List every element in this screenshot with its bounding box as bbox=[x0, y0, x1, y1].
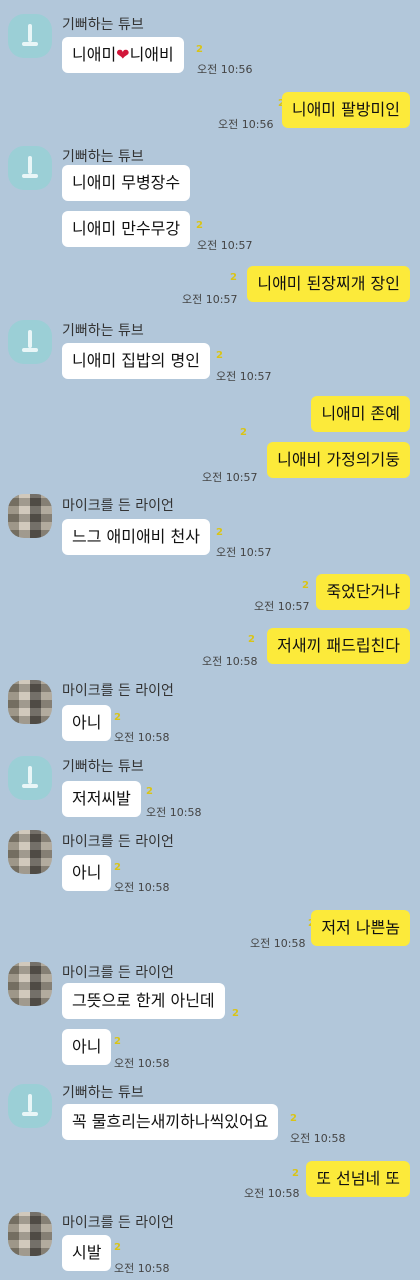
message-bubble[interactable]: 죽었단거냐 bbox=[316, 574, 410, 610]
message-bubble[interactable]: 아니 bbox=[62, 705, 112, 741]
message-time: 오전 10:58 bbox=[290, 1132, 346, 1145]
person-icon bbox=[22, 24, 38, 48]
unread-count: 2 bbox=[302, 580, 309, 591]
sender-name: 기뻐하는 튜브 bbox=[62, 17, 144, 33]
message-time: 오전 10:58 bbox=[114, 1262, 170, 1275]
avatar-lion[interactable] bbox=[8, 830, 52, 874]
sender-name: 마이크를 든 라이언 bbox=[62, 683, 174, 699]
heart-icon: ❤ bbox=[116, 45, 130, 64]
avatar-tube[interactable] bbox=[8, 320, 52, 364]
message-time: 오전 10:57 bbox=[202, 471, 258, 484]
message-bubble[interactable]: 저저씨발 bbox=[62, 781, 141, 817]
person-icon bbox=[22, 156, 38, 180]
message-bubble[interactable]: 니애미 무병장수 bbox=[62, 165, 191, 201]
unread-count: 2 bbox=[240, 427, 247, 438]
message-bubble[interactable]: 니애비 가정의기둥 bbox=[267, 442, 410, 478]
unread-count: 2 bbox=[114, 862, 121, 873]
message-bubble[interactable]: 니애미 존예 bbox=[311, 396, 410, 432]
message-time: 오전 10:57 bbox=[182, 293, 238, 306]
sender-name: 기뻐하는 튜브 bbox=[62, 323, 144, 339]
message-bubble[interactable]: 니애미❤니애비 bbox=[62, 37, 184, 73]
message-time: 오전 10:58 bbox=[202, 655, 258, 668]
person-icon bbox=[22, 330, 38, 354]
message-time: 오전 10:58 bbox=[244, 1187, 300, 1200]
sender-name: 마이크를 든 라이언 bbox=[62, 965, 174, 981]
unread-count: 2 bbox=[114, 1036, 121, 1047]
unread-count: 2 bbox=[114, 1242, 121, 1253]
avatar-tube[interactable] bbox=[8, 756, 52, 800]
sender-name: 기뻐하는 튜브 bbox=[62, 149, 144, 165]
avatar-tube[interactable] bbox=[8, 1084, 52, 1128]
message-bubble[interactable]: 느그 애미애비 천사 bbox=[62, 519, 210, 555]
message-bubble[interactable]: 니애미 된장찌개 장인 bbox=[247, 266, 410, 302]
message-bubble[interactable]: 니애미 만수무강 bbox=[62, 211, 191, 247]
sender-name: 마이크를 든 라이언 bbox=[62, 1215, 174, 1231]
avatar-lion[interactable] bbox=[8, 962, 52, 1006]
sender-name: 기뻐하는 튜브 bbox=[62, 1085, 144, 1101]
message-bubble[interactable]: 저저 나쁜놈 bbox=[311, 910, 410, 946]
unread-count: 2 bbox=[216, 350, 223, 361]
avatar-lion[interactable] bbox=[8, 1212, 52, 1256]
message-time: 오전 10:56 bbox=[197, 63, 253, 76]
message-bubble[interactable]: 아니 bbox=[62, 1029, 112, 1065]
avatar-lion[interactable] bbox=[8, 494, 52, 538]
message-time: 오전 10:58 bbox=[114, 881, 170, 894]
unread-count: 2 bbox=[216, 527, 223, 538]
message-bubble[interactable]: 또 선넘네 또 bbox=[306, 1161, 410, 1197]
person-icon bbox=[22, 766, 38, 790]
sender-name: 기뻐하는 튜브 bbox=[62, 759, 144, 775]
message-time: 오전 10:58 bbox=[114, 731, 170, 744]
message-bubble[interactable]: 시발 bbox=[62, 1235, 112, 1271]
message-time: 오전 10:58 bbox=[114, 1057, 170, 1070]
person-icon bbox=[22, 1094, 38, 1118]
message-time: 오전 10:57 bbox=[216, 370, 272, 383]
sender-name: 마이크를 든 라이언 bbox=[62, 834, 174, 850]
message-time: 오전 10:57 bbox=[254, 600, 310, 613]
unread-count: 2 bbox=[196, 220, 203, 231]
message-bubble[interactable]: 니애미 집밥의 명인 bbox=[62, 343, 210, 379]
message-bubble[interactable]: 저새끼 패드립친다 bbox=[267, 628, 410, 664]
unread-count: 2 bbox=[248, 634, 255, 645]
message-bubble[interactable]: 꼭 물흐리는새끼하나씩있어요 bbox=[62, 1104, 279, 1140]
sender-name: 마이크를 든 라이언 bbox=[62, 498, 174, 514]
message-time: 오전 10:58 bbox=[146, 806, 202, 819]
message-bubble[interactable]: 니애미 팔방미인 bbox=[281, 92, 410, 128]
message-time: 오전 10:56 bbox=[218, 118, 274, 131]
avatar-lion[interactable] bbox=[8, 680, 52, 724]
avatar-tube[interactable] bbox=[8, 146, 52, 190]
unread-count: 2 bbox=[290, 1113, 297, 1124]
avatar-tube[interactable] bbox=[8, 14, 52, 58]
unread-count: 2 bbox=[114, 712, 121, 723]
unread-count: 2 bbox=[292, 1168, 299, 1179]
message-time: 오전 10:58 bbox=[250, 937, 306, 950]
message-bubble[interactable]: 그뜻으로 한게 아닌데 bbox=[62, 983, 225, 1019]
message-time: 오전 10:57 bbox=[197, 239, 253, 252]
unread-count: 2 bbox=[196, 44, 203, 55]
unread-count: 2 bbox=[146, 786, 153, 797]
message-bubble[interactable]: 아니 bbox=[62, 855, 112, 891]
unread-count: 2 bbox=[232, 1008, 239, 1019]
unread-count: 2 bbox=[230, 272, 237, 283]
message-time: 오전 10:57 bbox=[216, 546, 272, 559]
